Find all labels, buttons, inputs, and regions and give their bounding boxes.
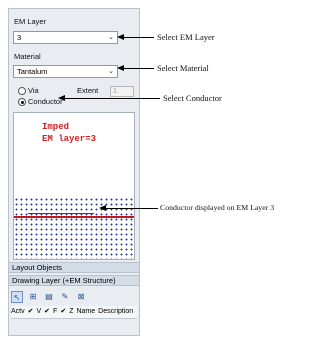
material-select[interactable]: Tantalum ⌄ [13, 65, 118, 78]
arrow-line [124, 37, 154, 38]
col-z[interactable]: Z [69, 306, 73, 318]
arrow-line [65, 98, 160, 99]
layout-objects-header[interactable]: Layout Objects [9, 262, 139, 273]
via-radio[interactable] [18, 87, 26, 95]
arrow-head [117, 65, 124, 71]
arrow-line [106, 208, 158, 209]
grid-icon[interactable]: ⊞ [27, 291, 39, 303]
canvas-em-layer-text: EM layer=3 [42, 134, 97, 144]
check-icon: ✔ [44, 308, 51, 315]
conductor-radio[interactable] [18, 98, 26, 106]
col-f[interactable]: F [53, 306, 57, 318]
chevron-down-icon: ⌄ [108, 34, 114, 41]
layout-canvas[interactable]: Imped EM layer=3 [13, 112, 135, 260]
extent-label: Extent [77, 86, 99, 95]
canvas-imped-text: Imped [42, 122, 70, 132]
layer-table-header: Actv ✔ V ✔ F ✔ Z Name Description [11, 306, 137, 319]
layer-toolbar: ↖ ⊞ ▤ ✎ ⊠ [11, 291, 137, 303]
select-arrow-icon[interactable]: ↖ [11, 291, 23, 303]
col-name[interactable]: Name [76, 306, 95, 318]
drawing-layer-header[interactable]: Drawing Layer (+EM Structure) [9, 275, 139, 286]
arrow-head [58, 95, 65, 101]
em-layer-label: EM Layer [14, 17, 47, 26]
delete-icon[interactable]: ⊠ [75, 291, 87, 303]
arrow-head [99, 205, 106, 211]
em-layer-select[interactable]: 3 ⌄ [13, 31, 118, 44]
col-actv[interactable]: Actv [11, 306, 25, 318]
annotation-select-em-layer: Select EM Layer [157, 32, 215, 42]
conductor-outline [28, 213, 94, 214]
chevron-down-icon: ⌄ [108, 68, 114, 75]
check-icon: ✔ [27, 308, 34, 315]
annotation-conductor-displayed: Conductor displayed on EM Layer 3 [160, 203, 275, 212]
extent-select[interactable]: 1 [110, 86, 134, 97]
grid-dots [14, 197, 134, 259]
arrow-head [117, 34, 124, 40]
annotation-select-conductor: Select Conductor [163, 93, 222, 103]
em-structure-panel: EM Layer 3 ⌄ Material Tantalum ⌄ Via Ext… [8, 8, 140, 336]
via-label: Via [28, 86, 39, 95]
col-description[interactable]: Description [98, 306, 133, 318]
material-label: Material [14, 52, 41, 61]
material-value: Tantalum [17, 67, 48, 76]
col-v[interactable]: V [37, 306, 42, 318]
layers-icon[interactable]: ▤ [43, 291, 55, 303]
annotation-select-material: Select Material [157, 63, 209, 73]
em-layer-value: 3 [17, 33, 22, 42]
arrow-line [124, 68, 154, 69]
conductor-shape[interactable] [14, 216, 134, 218]
extent-value: 1 [113, 88, 117, 95]
check-icon: ✔ [60, 308, 67, 315]
edit-icon[interactable]: ✎ [59, 291, 71, 303]
